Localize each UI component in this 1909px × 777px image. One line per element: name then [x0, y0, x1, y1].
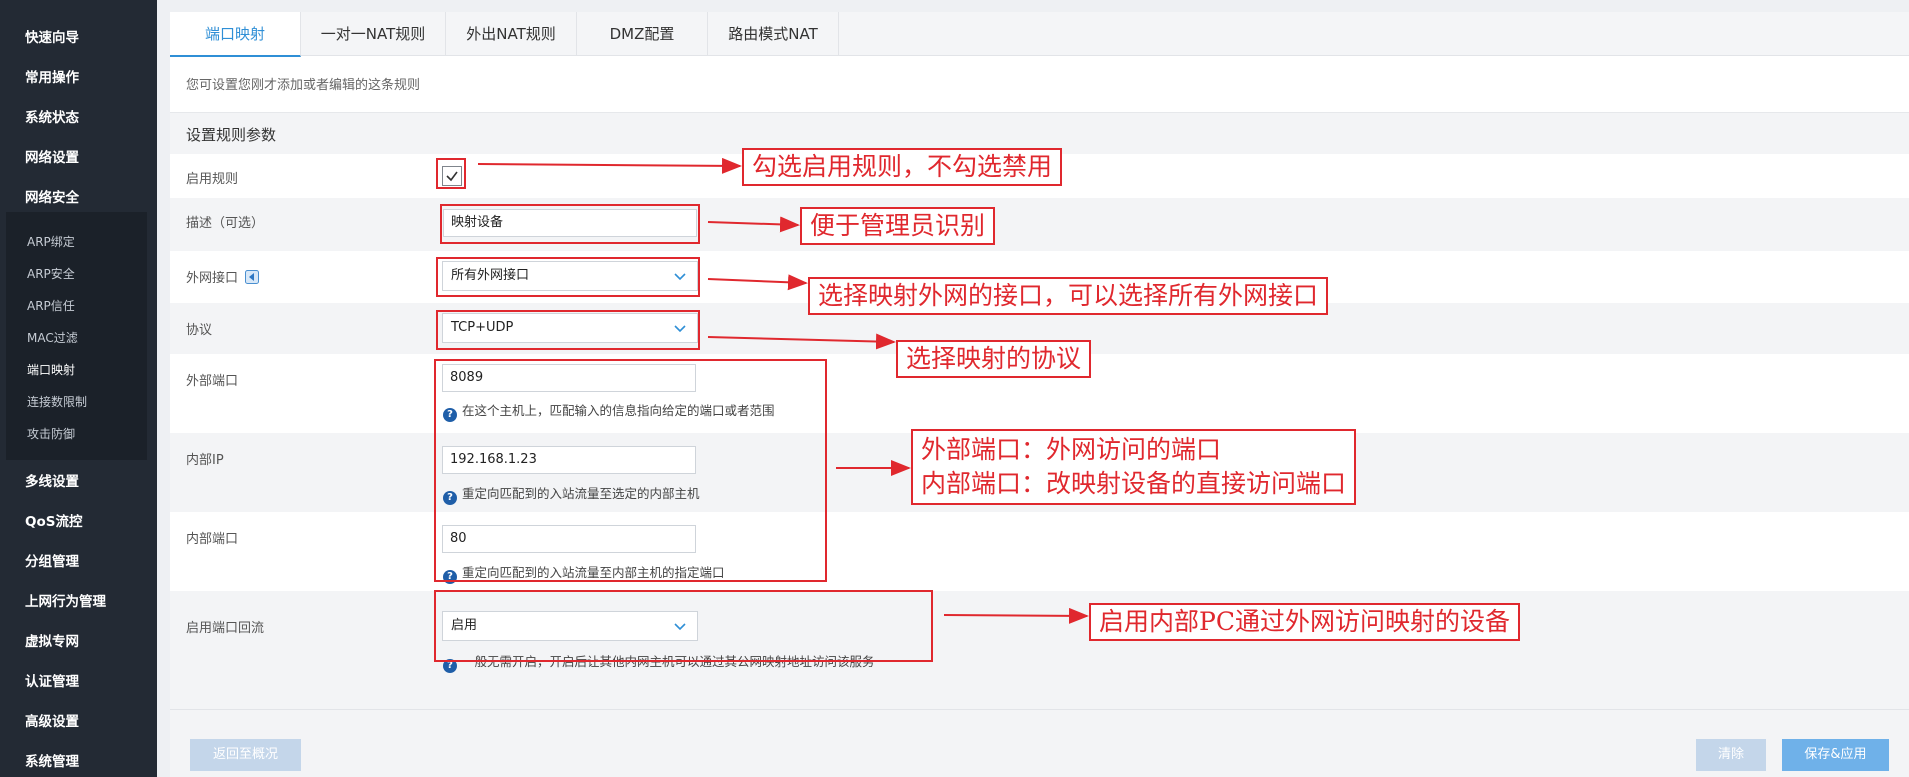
- sidebar-subitem-port-mapping[interactable]: 端口映射: [27, 361, 75, 378]
- row-loopback: 启用端口回流 启用 ? 一般无需开启，开启后让其他内网主机可以通过其公网映射地址访…: [170, 591, 1909, 709]
- main-panel: 端口映射 一对一NAT规则 外出NAT规则 DMZ配置 路由模式NAT 您可设置…: [170, 12, 1909, 777]
- annotation-protocol: 选择映射的协议: [896, 340, 1092, 378]
- wan-label: 外网接口: [186, 267, 260, 286]
- internal-ip-label: 内部IP: [186, 453, 224, 468]
- sidebar-item-auth-mgmt[interactable]: 认证管理: [25, 670, 79, 690]
- highlight-protocol: [436, 310, 700, 350]
- highlight-enable: [436, 158, 466, 189]
- enable-label: 启用规则: [186, 172, 239, 187]
- sidebar-item-vpn[interactable]: 虚拟专网: [25, 630, 79, 650]
- highlight-loopback: [434, 590, 933, 662]
- sidebar-subitem-arp-trust[interactable]: ARP信任: [27, 297, 75, 314]
- protocol-label: 协议: [186, 323, 213, 338]
- back-arrow-icon[interactable]: [245, 270, 260, 284]
- sidebar-subitem-connection-limit[interactable]: 连接数限制: [27, 393, 87, 410]
- highlight-wan: [436, 257, 700, 297]
- sidebar-item-network-settings[interactable]: 网络设置: [25, 146, 79, 166]
- back-to-overview-button[interactable]: 返回至概况: [190, 739, 301, 771]
- sidebar-item-system-status[interactable]: 系统状态: [25, 106, 79, 126]
- row-description: 描述（可选） 映射设备: [170, 198, 1909, 251]
- sidebar-item-network-security[interactable]: 网络安全: [25, 186, 79, 206]
- external-port-label: 外部端口: [186, 374, 239, 389]
- app-root: 快速向导 常用操作 系统状态 网络设置 网络安全 ARP绑定 ARP安全 ARP…: [0, 0, 1909, 777]
- annotation-description: 便于管理员识别: [800, 207, 996, 245]
- save-apply-button[interactable]: 保存&应用: [1782, 739, 1889, 771]
- annotation-wan: 选择映射外网的接口，可以选择所有外网接口: [808, 277, 1329, 315]
- annotation-ports: 外部端口：外网访问的端口 内部端口：改映射设备的直接访问端口: [911, 429, 1357, 505]
- clear-button[interactable]: 清除: [1696, 739, 1766, 771]
- annotation-ports-line1: 外部端口：外网访问的端口: [921, 435, 1222, 464]
- sidebar-item-behavior-mgmt[interactable]: 上网行为管理: [25, 590, 106, 610]
- sidebar-subitem-arp-security[interactable]: ARP安全: [27, 265, 75, 282]
- tab-dmz[interactable]: DMZ配置: [577, 12, 708, 56]
- tab-one-to-one-nat[interactable]: 一对一NAT规则: [301, 12, 446, 56]
- section-title: 设置规则参数: [186, 126, 277, 144]
- sidebar-item-qos[interactable]: QoS流控: [25, 510, 82, 530]
- sidebar: 快速向导 常用操作 系统状态 网络设置 网络安全 ARP绑定 ARP安全 ARP…: [0, 0, 157, 777]
- sidebar-item-system-mgmt[interactable]: 系统管理: [25, 750, 79, 770]
- loopback-label: 启用端口回流: [186, 621, 265, 636]
- row-internal-port: 内部端口 80 ? 重定向匹配到的入站流量至内部主机的指定端口: [170, 512, 1909, 591]
- sidebar-item-common-ops[interactable]: 常用操作: [25, 66, 79, 86]
- internal-port-label: 内部端口: [186, 532, 239, 547]
- sidebar-item-multiline[interactable]: 多线设置: [25, 470, 79, 490]
- sidebar-subitem-mac-filter[interactable]: MAC过滤: [27, 329, 78, 346]
- sidebar-item-group-mgmt[interactable]: 分组管理: [25, 550, 79, 570]
- page-description: 您可设置您刚才添加或者编辑的这条规则: [186, 78, 421, 93]
- annotation-enable: 勾选启用规则，不勾选禁用: [742, 148, 1063, 186]
- sidebar-item-quick-guide[interactable]: 快速向导: [25, 26, 79, 46]
- annotation-loopback: 启用内部PC通过外网访问映射的设备: [1089, 603, 1520, 641]
- tab-route-nat[interactable]: 路由模式NAT: [708, 12, 839, 56]
- sidebar-subitem-arp-binding[interactable]: ARP绑定: [27, 233, 75, 250]
- highlight-description: [440, 204, 700, 244]
- wan-label-text: 外网接口: [186, 271, 239, 286]
- tab-bar: 端口映射 一对一NAT规则 外出NAT规则 DMZ配置 路由模式NAT: [170, 12, 1909, 57]
- tab-outbound-nat[interactable]: 外出NAT规则: [446, 12, 577, 56]
- footer-bar: 返回至概况 清除 保存&应用: [170, 709, 1909, 777]
- description-label: 描述（可选）: [186, 216, 265, 231]
- highlight-ports: [434, 359, 827, 582]
- sidebar-item-advanced[interactable]: 高级设置: [25, 710, 79, 730]
- tab-port-mapping[interactable]: 端口映射: [170, 12, 301, 57]
- sidebar-subitem-attack-defense[interactable]: 攻击防御: [27, 425, 75, 442]
- annotation-ports-line2: 内部端口：改映射设备的直接访问端口: [921, 469, 1347, 498]
